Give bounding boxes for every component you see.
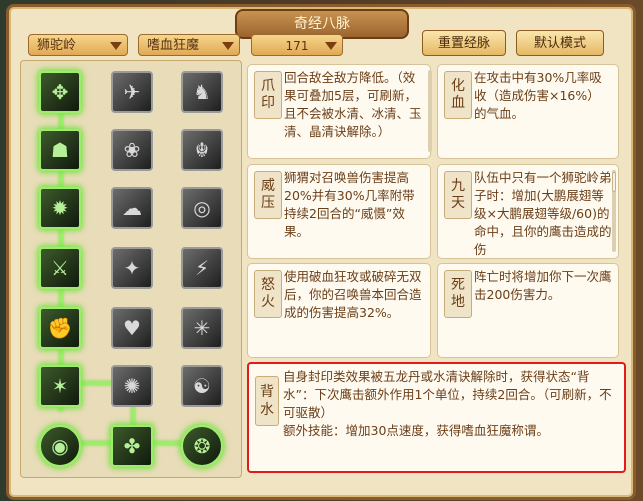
- star-icon: ✶: [51, 374, 69, 398]
- meridian-node[interactable]: ✹: [39, 187, 81, 229]
- meridian-node[interactable]: ⚔: [39, 247, 81, 289]
- skill-name: 爪印: [254, 71, 282, 119]
- meridian-node[interactable]: ◎: [181, 187, 223, 229]
- meridian-node[interactable]: ☬: [181, 129, 223, 171]
- scrollbar[interactable]: [428, 70, 432, 152]
- heart-icon: ♥: [123, 316, 141, 340]
- meridian-node[interactable]: ☯: [181, 365, 223, 407]
- claw-icon: ⚔: [51, 256, 69, 280]
- sect-dropdown[interactable]: 狮驼岭: [28, 34, 128, 56]
- lotus-icon: ❀: [123, 138, 141, 162]
- selected-skill-desc: 自身封印类效果被五龙丹或水清诀解除时，获得状态“背水”：下次鹰击额外作用1个单位…: [283, 368, 616, 440]
- skill-card[interactable]: 威压 狮猬对召唤兽伤害提高20%并有30%几率附带持续2回合的“威慑”效果。: [247, 164, 431, 259]
- eagle-icon: ✈: [123, 80, 141, 104]
- skill-card[interactable]: 死地 阵亡时将增加你下一次鹰击200伤害力。: [437, 263, 619, 358]
- skill-desc: 阵亡时将增加你下一次鹰击200伤害力。: [474, 269, 612, 302]
- meridian-node[interactable]: ❀: [111, 129, 153, 171]
- meridian-node[interactable]: ✊: [39, 307, 81, 349]
- points-value: 171: [285, 39, 309, 53]
- paw-icon: ✥: [51, 80, 69, 104]
- bird-icon: ✦: [123, 256, 141, 280]
- fierce-icon: ✹: [51, 196, 69, 220]
- web-icon: ✳: [193, 316, 211, 340]
- meridian-node[interactable]: ✤: [111, 425, 153, 467]
- points-dropdown[interactable]: 171: [251, 34, 343, 56]
- orb-icon: ◉: [51, 434, 69, 458]
- cloud-icon: ☁: [122, 196, 142, 220]
- selected-skill-effect: 自身封印类效果被五龙丹或水清诀解除时，获得状态“背水”：下次鹰击额外作用1个单位…: [283, 369, 612, 420]
- tiger-icon: ♞: [193, 80, 211, 104]
- meridian-node[interactable]: ✺: [111, 365, 153, 407]
- skill-desc: 队伍中只有一个狮驼岭弟子时：增加(大鹏展翅等级×大鹏展翅等级/60)的命中，且你…: [474, 170, 612, 257]
- default-mode-button[interactable]: 默认模式: [516, 30, 604, 56]
- meridian-node[interactable]: ⚡: [181, 247, 223, 289]
- fist-icon: ✊: [47, 316, 73, 340]
- chevron-down-icon: [110, 42, 122, 50]
- skill-desc: 使用破血狂攻或破碎无双后，你的召唤兽本回合造成的伤害提高32%。: [284, 269, 422, 320]
- blade-icon: ⚡: [194, 256, 210, 280]
- meridian-node[interactable]: ☁: [111, 187, 153, 229]
- mask-icon: ☗: [51, 138, 69, 162]
- scrollbar[interactable]: [612, 170, 616, 252]
- ring-icon: ◎: [193, 196, 211, 220]
- meridian-node[interactable]: ✶: [39, 365, 81, 407]
- skill-desc: 狮猬对召唤兽伤害提高20%并有30%几率附带持续2回合的“威慑”效果。: [284, 170, 415, 239]
- meridian-node[interactable]: ♥: [111, 307, 153, 349]
- skill-desc: 在攻击中有30%几率吸收（造成伤害×16%）的气血。: [474, 70, 602, 121]
- skill-card[interactable]: 九天 队伍中只有一个狮驼岭弟子时：增加(大鹏展翅等级×大鹏展翅等级/60)的命中…: [437, 164, 619, 259]
- meridian-node[interactable]: ❂: [181, 425, 223, 467]
- chevron-down-icon: [325, 42, 337, 50]
- scrollbar-thumb[interactable]: [612, 172, 616, 192]
- skill-card[interactable]: 怒火 使用破血狂攻或破碎无双后，你的召唤兽本回合造成的伤害提高32%。: [247, 263, 431, 358]
- meridian-tree: ✥ ✈ ♞ ☗ ❀ ☬ ✹ ☁ ◎ ⚔ ✦ ⚡ ✊ ♥ ✳ ✶ ✺ ☯ ◉ ✤ …: [20, 60, 242, 478]
- meridian-node[interactable]: ♞: [181, 71, 223, 113]
- meridian-node[interactable]: ✦: [111, 247, 153, 289]
- skill-name: 九天: [444, 171, 472, 219]
- skill-name: 怒火: [254, 270, 282, 318]
- meridian-node[interactable]: ◉: [39, 425, 81, 467]
- selected-skill-name: 背水: [255, 376, 279, 426]
- beast-icon: ✤: [123, 434, 141, 458]
- reset-meridian-button[interactable]: 重置经脉: [422, 30, 506, 56]
- chevron-down-icon: [222, 42, 234, 50]
- selected-skill-bonus: 额外技能：增加30点速度，获得嗜血狂魔称谓。: [283, 423, 549, 438]
- meridian-node[interactable]: ☗: [39, 129, 81, 171]
- skill-name: 威压: [254, 171, 282, 219]
- spiral-icon: ☯: [193, 374, 211, 398]
- meridian-node[interactable]: ✳: [181, 307, 223, 349]
- meridian-node[interactable]: ✥: [39, 71, 81, 113]
- school-dropdown[interactable]: 嗜血狂魔: [138, 34, 240, 56]
- burst-icon: ✺: [123, 374, 141, 398]
- meridian-node[interactable]: ✈: [111, 71, 153, 113]
- skill-desc: 回合敌全敌方降低。（效果可叠加5层，可刷新，且不会被水清、冰清、玉清、晶清诀解除…: [284, 70, 422, 139]
- skill-card[interactable]: 化血 在攻击中有30%几率吸收（造成伤害×16%）的气血。: [437, 64, 619, 159]
- swirl-icon: ❂: [193, 434, 211, 458]
- dragon-icon: ☬: [194, 138, 210, 162]
- selected-skill-card[interactable]: 背水 自身封印类效果被五龙丹或水清诀解除时，获得状态“背水”：下次鹰击额外作用1…: [247, 362, 626, 473]
- skill-name: 化血: [444, 71, 472, 119]
- skill-card[interactable]: 爪印 回合敌全敌方降低。（效果可叠加5层，可刷新，且不会被水清、冰清、玉清、晶清…: [247, 64, 431, 159]
- skill-name: 死地: [444, 270, 472, 318]
